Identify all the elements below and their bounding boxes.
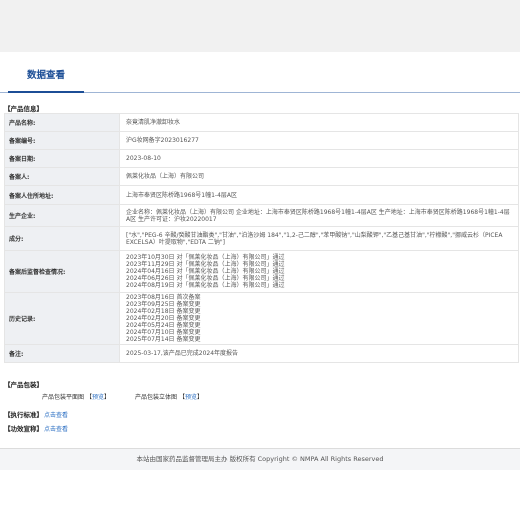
inspection-line: 2023年10月30日 对「佩莱化妆品（上海）有限公司」通过 — [126, 254, 285, 261]
row-label: 历史记录: — [4, 292, 120, 345]
table-row: 备案人住所地址: 上海市奉贤区陈桥路1968号1幢1-4层A区 — [4, 185, 519, 205]
inspection-line: 2024年04月16日 对「佩莱化妆品（上海）有限公司」通过 — [126, 268, 285, 275]
registrant-address-value: 上海市奉贤区陈桥路1968号1幢1-4层A区 — [119, 185, 519, 205]
product-info-table: 产品名称: 奈竟清肌净澈卸妆水 备案编号: 沪G妆网备字2023016277 备… — [4, 113, 519, 363]
table-row: 生产企业: 企业名称：佩莱化妆品（上海）有限公司 企业地址：上海市奉贤区陈桥路1… — [4, 204, 519, 227]
row-label: 生产企业: — [4, 204, 120, 227]
standard-header: 【执行标准】 — [4, 411, 43, 419]
history-line: 2023年08月16日 首次备案 — [126, 294, 201, 301]
row-label: 产品名称: — [4, 113, 120, 132]
packaging-solid-label: 产品包装立体图 — [135, 394, 178, 401]
table-row: 备案人: 佩莱化妆品（上海）有限公司 — [4, 167, 519, 186]
inspection-line: 2023年11月29日 对「佩莱化妆品（上海）有限公司」通过 — [126, 261, 285, 268]
history-line: 2025年07月14日 备案变更 — [126, 336, 201, 343]
row-label: 备案人: — [4, 167, 120, 186]
ingredients-value: ["水","PEG-6 辛酸/癸酸甘油酯类","甘油","泊洛沙姆 184","… — [119, 226, 519, 251]
table-row: 备案编号: 沪G妆网备字2023016277 — [4, 131, 519, 150]
row-label: 成分: — [4, 226, 120, 251]
product-info-header: 【产品信息】 — [4, 105, 43, 113]
row-label: 备案人住所地址: — [4, 185, 120, 205]
row-label: 备注: — [4, 344, 120, 363]
footer: 本站由国家药品监督管理局主办 版权所有 Copyright © NMPA All… — [0, 448, 520, 470]
history-line: 2024年02月20日 备案变更 — [126, 315, 201, 322]
row-label: 备案后监督检查情况: — [4, 250, 120, 293]
registrant-value: 佩莱化妆品（上海）有限公司 — [119, 167, 519, 186]
efficacy-header: 【功效宣称】 — [4, 425, 43, 433]
table-row: 历史记录: 2023年08月16日 首次备案 2023年09月25日 备案变更 … — [4, 292, 519, 345]
manufacturer-value: 企业名称：佩莱化妆品（上海）有限公司 企业地址：上海市奉贤区陈桥路1968号1幢… — [119, 204, 519, 227]
packaging-solid: 产品包装立体图 【预览】 — [135, 392, 203, 401]
packaging-header: 【产品包装】 — [4, 381, 43, 389]
row-label: 备案日期: — [4, 149, 120, 168]
record-date-value: 2023-08-10 — [119, 149, 519, 168]
product-name-value: 奈竟清肌净澈卸妆水 — [119, 113, 519, 132]
record-number-value: 沪G妆网备字2023016277 — [119, 131, 519, 150]
tab-data-view[interactable]: 数据查看 — [8, 68, 84, 93]
efficacy-view-link[interactable]: 点击查看 — [44, 424, 68, 433]
top-banner — [0, 0, 520, 52]
bracket-close: 】 — [196, 394, 203, 401]
row-label: 备案编号: — [4, 131, 120, 150]
table-row: 备注: 2025-03-17,该产品已完成2024年度报告 — [4, 344, 519, 363]
history-line: 2023年09月25日 备案变更 — [126, 301, 201, 308]
packaging-flat-label: 产品包装平面图 — [42, 394, 85, 401]
tab-bar: 数据查看 — [0, 52, 520, 93]
remarks-value: 2025-03-17,该产品已完成2024年度报告 — [119, 344, 519, 363]
inspection-line: 2024年08月19日 对「佩莱化妆品（上海）有限公司」通过 — [126, 282, 285, 289]
preview-solid-link[interactable]: 预览 — [185, 394, 197, 401]
bracket-close: 】 — [103, 394, 110, 401]
history-line: 2024年02月18日 备案变更 — [126, 308, 201, 315]
table-row: 成分: ["水","PEG-6 辛酸/癸酸甘油酯类","甘油","泊洛沙姆 18… — [4, 226, 519, 251]
table-row: 产品名称: 奈竟清肌净澈卸妆水 — [4, 113, 519, 132]
preview-flat-link[interactable]: 预览 — [92, 394, 104, 401]
history-line: 2024年07月10日 备案变更 — [126, 329, 201, 336]
standard-view-link[interactable]: 点击查看 — [44, 410, 68, 419]
packaging-flat: 产品包装平面图 【预览】 — [42, 392, 110, 401]
history-line: 2024年05月24日 备案变更 — [126, 322, 201, 329]
inspection-value: 2023年10月30日 对「佩莱化妆品（上海）有限公司」通过 2023年11月2… — [119, 250, 519, 293]
inspection-line: 2024年06月26日 对「佩莱化妆品（上海）有限公司」通过 — [126, 275, 285, 282]
table-row: 备案后监督检查情况: 2023年10月30日 对「佩莱化妆品（上海）有限公司」通… — [4, 250, 519, 293]
history-value: 2023年08月16日 首次备案 2023年09月25日 备案变更 2024年0… — [119, 292, 519, 345]
table-row: 备案日期: 2023-08-10 — [4, 149, 519, 168]
